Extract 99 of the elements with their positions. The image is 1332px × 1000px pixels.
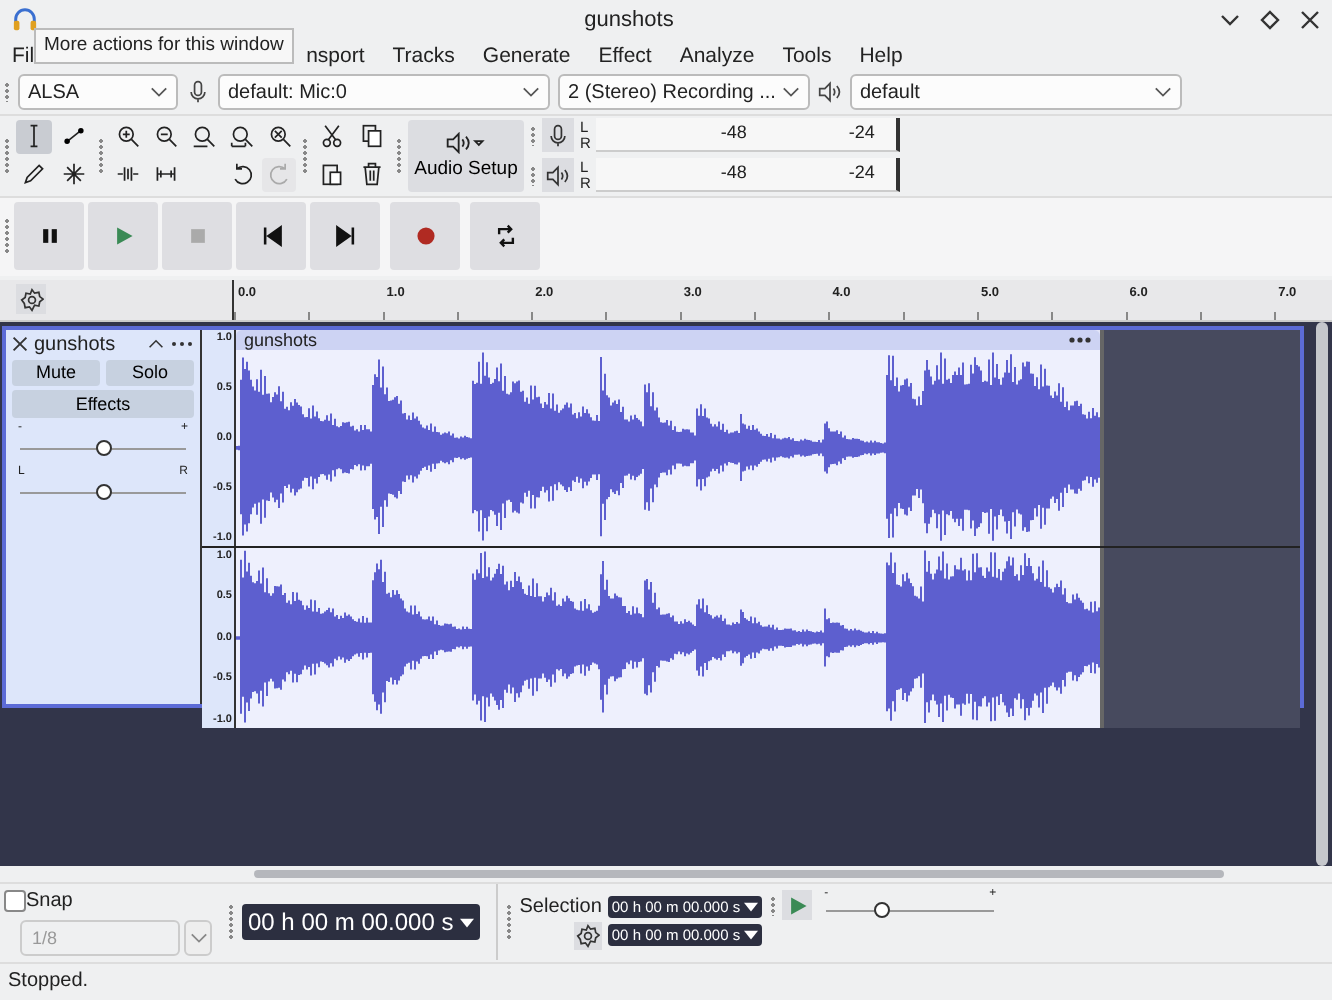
speaker-icon [546,163,570,188]
maximize-icon[interactable] [1260,9,1280,30]
audio-setup-button[interactable]: Audio Setup [408,119,524,192]
solo-button[interactable]: Solo [106,359,194,386]
silence-icon [153,162,177,187]
loop-button[interactable] [470,202,540,271]
pan-slider-thumb[interactable] [95,483,111,500]
horizontal-scrollbar[interactable] [254,869,1224,878]
waveform[interactable] [236,349,1100,546]
time-display[interactable]: 00 h 00 m 00.000 s [242,904,480,941]
magnifier-icon [229,124,253,149]
gear-icon [19,287,43,312]
skip-end-icon [333,224,357,249]
meter-tick-label: -48 [720,162,747,183]
snap-value-field: 1/8 [20,919,180,956]
play-icon [111,224,135,249]
more-icon[interactable] [170,340,194,349]
trim-icon [115,162,139,187]
envelope-icon [62,124,86,149]
chevron-down-icon [781,86,800,99]
microphone-icon [186,80,210,105]
gear-icon [575,923,600,948]
waveform[interactable] [236,547,1100,728]
level-meter[interactable]: -48 -24 [596,118,901,153]
record-icon [413,224,437,249]
chevron-down-icon [150,86,168,99]
skip-end-button[interactable] [310,202,380,271]
minimize-icon[interactable] [1220,9,1240,30]
audio-host-dropdown[interactable]: ALSA [18,74,178,111]
pause-icon [37,224,61,249]
trash-icon [359,162,383,187]
play-speed-slider-thumb[interactable] [873,901,890,918]
menu-item[interactable]: Generate [482,43,571,68]
more-icon[interactable] [1068,335,1092,344]
menu-item[interactable]: Effect [598,43,652,68]
collapse-icon[interactable] [148,336,164,353]
undo-icon [229,162,253,187]
skip-start-button[interactable] [236,202,306,271]
selection-label: Selection [519,895,602,918]
track-name[interactable]: gunshots [34,333,142,356]
meter-tick-label: -24 [848,122,875,143]
recording-device-dropdown[interactable]: default: Mic:0 [218,74,550,111]
clip-header[interactable]: gunshots [236,329,1100,350]
recording-channels-dropdown[interactable]: 2 (Stereo) Recording ... [558,74,810,111]
chevron-down-icon [1153,86,1172,99]
asterisk-icon [62,162,86,187]
speaker-icon [444,131,488,154]
snap-label[interactable]: Snap [26,889,73,912]
magnifier-icon [191,124,215,149]
select-tool-button[interactable] [16,119,52,154]
close-icon[interactable] [1300,9,1320,30]
menu-item[interactable]: Help [859,43,903,68]
dropdown-triangle-icon [744,901,759,912]
settings-button[interactable] [16,284,46,315]
dropdown-triangle-icon [744,930,759,941]
meter-tick-label: -48 [720,122,747,143]
menu-item[interactable]: Fil [12,43,35,68]
chevron-down-icon [522,86,540,99]
record-button[interactable] [390,202,460,271]
playback-device-dropdown[interactable]: default [849,74,1182,111]
magnifier-icon [267,124,291,149]
tooltip: More actions for this window [34,27,294,64]
zoom-in-icon [115,124,139,149]
meter-tick-label: -24 [848,162,875,183]
snap-checkbox[interactable] [4,889,26,912]
mute-button[interactable]: Mute [12,359,100,386]
close-icon[interactable] [12,336,28,353]
skip-start-icon [259,224,283,249]
headphones-icon [12,6,38,33]
menu-item[interactable]: Tools [782,43,832,68]
menu-item[interactable]: Tracks [392,43,455,68]
status-bar: Stopped. [0,962,1332,1000]
stop-icon [185,224,209,249]
record-meter-button[interactable] [542,118,574,153]
pause-button[interactable] [14,202,84,271]
play-at-speed-button[interactable] [782,890,813,921]
zoom-out-icon [153,124,177,149]
snap-dropdown-button[interactable] [184,919,212,956]
clip-name[interactable]: gunshots [244,329,318,350]
loop-icon [493,224,517,249]
pencil-icon [22,162,46,187]
copy-icon [359,124,383,149]
chevron-down-icon [189,931,207,944]
menu-item[interactable]: Analyze [679,43,755,68]
scissors-icon [319,124,343,149]
play-meter-button[interactable] [542,158,574,193]
play-icon [785,893,810,918]
menu-item[interactable]: nsport [306,43,365,68]
speaker-icon [817,80,842,105]
level-meter[interactable]: -48 -24 [596,158,901,193]
settings-button[interactable] [573,921,602,950]
redo-icon [267,162,291,187]
gain-slider-thumb[interactable] [95,439,111,456]
effects-button[interactable]: Effects [12,389,194,418]
vertical-scrollbar[interactable] [1316,321,1328,866]
dropdown-triangle-icon [459,917,474,928]
window-title: gunshots [582,7,676,32]
paste-icon [319,162,343,187]
microphone-icon [546,123,570,148]
